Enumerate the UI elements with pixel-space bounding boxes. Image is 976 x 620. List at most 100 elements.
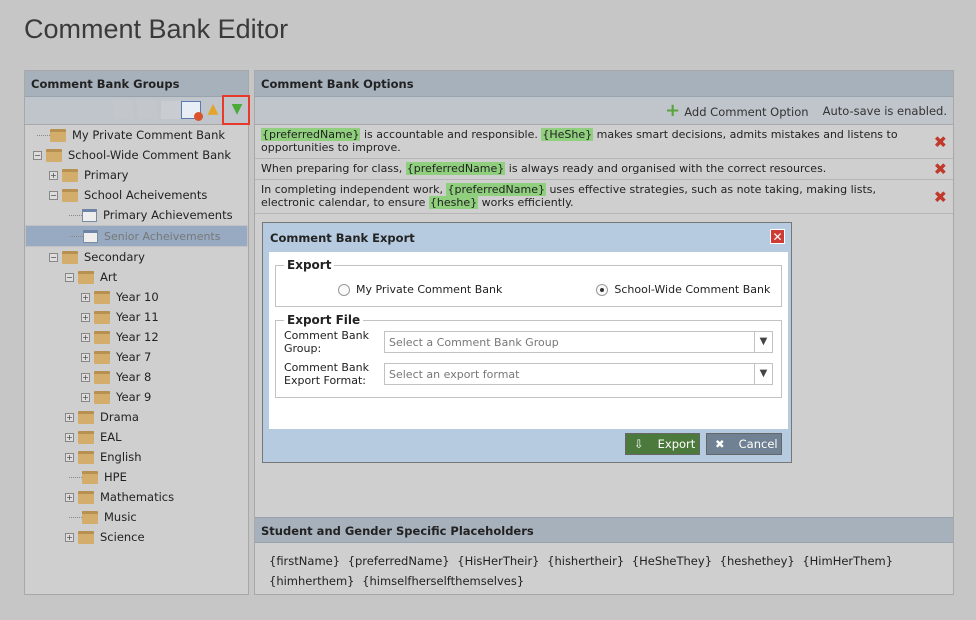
tree-node-label: Year 10 bbox=[116, 290, 159, 304]
chevron-down-icon[interactable]: ▼ bbox=[754, 332, 772, 352]
expand-icon[interactable]: + bbox=[81, 312, 90, 322]
folder-icon bbox=[50, 128, 66, 142]
expand-icon[interactable]: + bbox=[65, 432, 74, 442]
tree-node[interactable]: Music bbox=[25, 507, 248, 527]
folder-icon bbox=[46, 148, 62, 162]
tree-node-label: HPE bbox=[104, 470, 127, 484]
expand-icon[interactable]: + bbox=[65, 412, 74, 422]
tree-node-label: Science bbox=[100, 530, 145, 544]
tree-node[interactable]: + EAL bbox=[25, 427, 248, 447]
comment-row[interactable]: {preferredName} is accountable and respo… bbox=[255, 125, 953, 159]
export-icon: ⇩ bbox=[634, 437, 644, 451]
groups-tree: My Private Comment Bank − School-Wide Comm… bbox=[25, 125, 248, 547]
tree-node[interactable]: + Year 11 bbox=[25, 307, 248, 327]
radio-private-circle[interactable] bbox=[338, 283, 350, 296]
tree-node[interactable]: + Year 8 bbox=[25, 367, 248, 387]
tree-node-label: Mathematics bbox=[100, 490, 175, 504]
delete-icon[interactable]: ✖ bbox=[934, 161, 947, 177]
radio-school-wide[interactable]: School-Wide Comment Bank bbox=[596, 283, 770, 296]
tree-node-label: School Acheivements bbox=[84, 188, 208, 202]
export-button[interactable]: ⇩ Export bbox=[625, 433, 700, 455]
folder-icon bbox=[78, 530, 94, 544]
tree-node[interactable]: − Secondary bbox=[25, 247, 248, 267]
tree-node-label: Secondary bbox=[84, 250, 145, 264]
folder-icon bbox=[78, 430, 94, 444]
placeholder-token: {heshe} bbox=[428, 196, 479, 209]
folder-icon bbox=[78, 410, 94, 424]
close-icon[interactable]: ✕ bbox=[770, 229, 785, 244]
tree-node[interactable]: HPE bbox=[25, 467, 248, 487]
format-label: Comment Bank Export Format: bbox=[284, 361, 370, 387]
tree-node[interactable]: − Art bbox=[25, 267, 248, 287]
collapse-icon[interactable]: − bbox=[65, 272, 74, 282]
remove-doc-icon[interactable] bbox=[181, 101, 203, 121]
folder-icon bbox=[94, 330, 110, 344]
export-file-legend: Export File bbox=[287, 313, 361, 327]
folder-icon bbox=[62, 250, 78, 264]
delete-icon[interactable]: ✖ bbox=[934, 189, 947, 205]
options-header: Comment Bank Options bbox=[255, 71, 953, 97]
comment-row[interactable]: When preparing for class, {preferredName… bbox=[255, 159, 953, 180]
export-fieldset: Export My Private Comment Bank School-Wi… bbox=[275, 258, 782, 307]
folder-icon bbox=[78, 270, 94, 284]
tree-node[interactable]: Senior Acheivements bbox=[25, 225, 248, 247]
plus-icon: + bbox=[665, 100, 681, 121]
expand-icon[interactable]: + bbox=[65, 492, 74, 502]
folder-icon bbox=[94, 290, 110, 304]
tree-node[interactable]: − School Acheivements bbox=[25, 185, 248, 205]
format-select[interactable]: Select an export format ▼ bbox=[384, 363, 773, 385]
tree-node[interactable]: Primary Achievements bbox=[25, 205, 248, 225]
expand-icon[interactable]: + bbox=[81, 292, 90, 302]
add-comment-label: Add Comment Option bbox=[684, 105, 809, 119]
tree-node[interactable]: + Year 10 bbox=[25, 287, 248, 307]
tree-node[interactable]: − School-Wide Comment Bank bbox=[25, 145, 248, 165]
expand-icon[interactable]: + bbox=[81, 392, 90, 402]
add-comment-option-button[interactable]: + Add Comment Option bbox=[665, 100, 808, 121]
collapse-icon[interactable]: − bbox=[49, 252, 58, 262]
folder-icon bbox=[82, 470, 98, 484]
tree-node[interactable]: My Private Comment Bank bbox=[25, 125, 248, 145]
autosave-status: Auto-save is enabled. bbox=[822, 103, 947, 118]
tree-node[interactable]: + Mathematics bbox=[25, 487, 248, 507]
tree-node[interactable]: + Year 9 bbox=[25, 387, 248, 407]
page-title: Comment Bank Editor bbox=[24, 14, 289, 44]
add-group-icon[interactable] bbox=[113, 101, 133, 119]
cancel-button-label: Cancel bbox=[738, 437, 778, 451]
expand-icon[interactable]: + bbox=[65, 452, 74, 462]
tree-node-label: Primary bbox=[84, 168, 129, 182]
tree-node[interactable]: + Year 12 bbox=[25, 327, 248, 347]
tree-node[interactable]: + Year 7 bbox=[25, 347, 248, 367]
expand-icon[interactable]: + bbox=[81, 372, 90, 382]
expand-icon[interactable]: + bbox=[81, 352, 90, 362]
radio-school-circle[interactable] bbox=[596, 283, 609, 296]
group-label: Comment Bank Group: bbox=[284, 329, 370, 355]
folder-icon bbox=[78, 450, 94, 464]
collapse-icon[interactable]: − bbox=[33, 150, 42, 160]
group-select[interactable]: Select a Comment Bank Group ▼ bbox=[384, 331, 773, 353]
radio-private[interactable]: My Private Comment Bank bbox=[338, 283, 502, 296]
delete-icon[interactable]: ✖ bbox=[934, 134, 947, 150]
add-doc-icon[interactable] bbox=[161, 101, 181, 119]
chevron-down-icon[interactable]: ▼ bbox=[754, 364, 772, 384]
tree-node[interactable]: + Science bbox=[25, 527, 248, 547]
tree-node[interactable]: + Primary bbox=[25, 165, 248, 185]
tree-node-label: Art bbox=[100, 270, 118, 284]
tree-node-label: English bbox=[100, 450, 142, 464]
expand-icon[interactable]: + bbox=[81, 332, 90, 342]
tree-node-label: Primary Achievements bbox=[103, 208, 233, 222]
comment-text: is accountable and responsible. bbox=[360, 128, 542, 141]
comment-row[interactable]: In completing independent work, {preferr… bbox=[255, 180, 953, 214]
folder-icon bbox=[82, 510, 98, 524]
tree-connector bbox=[69, 207, 82, 216]
tree-node-label: Music bbox=[104, 510, 137, 524]
tree-node[interactable]: + English bbox=[25, 447, 248, 467]
edit-group-icon[interactable] bbox=[137, 101, 157, 119]
radio-school-label: School-Wide Comment Bank bbox=[614, 282, 771, 296]
tree-node[interactable]: + Drama bbox=[25, 407, 248, 427]
tree-node-label: Year 11 bbox=[116, 310, 159, 324]
collapse-icon[interactable]: − bbox=[49, 190, 58, 200]
expand-icon[interactable]: + bbox=[65, 532, 74, 542]
expand-icon[interactable]: + bbox=[49, 170, 58, 180]
cancel-button[interactable]: ✖ Cancel bbox=[706, 433, 782, 455]
import-icon[interactable]: ▲ bbox=[203, 101, 223, 119]
